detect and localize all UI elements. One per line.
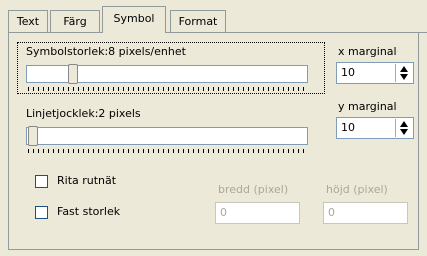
y-margin-spinner[interactable]: 10 (336, 117, 414, 139)
height-label: höjd (pixel) (326, 183, 388, 196)
line-thickness-ticks (28, 149, 308, 153)
y-margin-label: y marginal (338, 100, 397, 113)
tab-farg[interactable]: Färg (50, 10, 100, 32)
fixed-size-checkbox[interactable] (35, 206, 48, 219)
symbol-size-label: Symbolstorlek:8 pixels/enhet (26, 45, 186, 58)
spin-up-icon[interactable] (400, 66, 408, 72)
tab-text[interactable]: Text (8, 10, 48, 32)
symbol-size-ticks (28, 87, 308, 91)
symbol-size-slider-thumb[interactable] (68, 64, 78, 84)
draw-grid-checkbox[interactable] (35, 175, 48, 188)
x-margin-spin-buttons[interactable] (395, 64, 412, 82)
line-thickness-slider-track[interactable] (26, 127, 308, 145)
spin-down-icon[interactable] (400, 74, 408, 80)
y-margin-value: 10 (341, 121, 355, 134)
x-margin-value: 10 (341, 66, 355, 79)
spin-up-icon[interactable] (400, 121, 408, 127)
line-thickness-slider-thumb[interactable] (28, 126, 38, 146)
width-value: 0 (220, 206, 227, 219)
height-field[interactable]: 0 (323, 202, 408, 224)
y-margin-spin-buttons[interactable] (395, 119, 412, 137)
width-label: bredd (pixel) (218, 183, 289, 196)
width-field[interactable]: 0 (215, 202, 300, 224)
tab-symbol[interactable]: Symbol (102, 6, 166, 33)
line-thickness-slider-group: Linjetjocklek:2 pixels (17, 104, 325, 156)
fixed-size-label: Fast storlek (57, 205, 121, 218)
x-margin-spinner[interactable]: 10 (336, 62, 414, 84)
symbol-size-slider-group: Symbolstorlek:8 pixels/enhet (17, 42, 325, 94)
line-thickness-label: Linjetjocklek:2 pixels (26, 107, 141, 120)
draw-grid-label: Rita rutnät (57, 174, 117, 187)
height-value: 0 (328, 206, 335, 219)
tab-format[interactable]: Format (170, 10, 226, 32)
spin-down-icon[interactable] (400, 129, 408, 135)
x-margin-label: x marginal (338, 45, 397, 58)
